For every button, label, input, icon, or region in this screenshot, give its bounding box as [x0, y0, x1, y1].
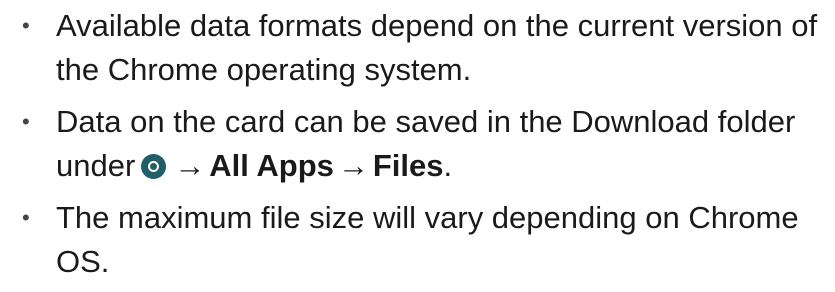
- bullet-icon: •: [22, 13, 30, 38]
- launcher-circle-icon: [141, 154, 167, 179]
- arrow-right-icon: →: [337, 148, 369, 183]
- bullet-icon: •: [22, 109, 30, 134]
- note-text: The maximum file size will vary dependin…: [56, 200, 799, 279]
- arrow-right-icon: →: [174, 148, 206, 183]
- menu-path-all-apps: All Apps: [209, 148, 334, 183]
- menu-path-files: Files: [372, 148, 444, 183]
- note-item-download-folder: • Data on the card can be saved in the D…: [16, 100, 826, 188]
- note-text: Available data formats depend on the cur…: [56, 8, 818, 87]
- sentence-period: .: [443, 148, 453, 183]
- note-item-formats: • Available data formats depend on the c…: [16, 4, 826, 92]
- notes-list: • Available data formats depend on the c…: [16, 4, 826, 292]
- note-item-file-size: • The maximum file size will vary depend…: [16, 196, 826, 284]
- bullet-icon: •: [22, 205, 30, 230]
